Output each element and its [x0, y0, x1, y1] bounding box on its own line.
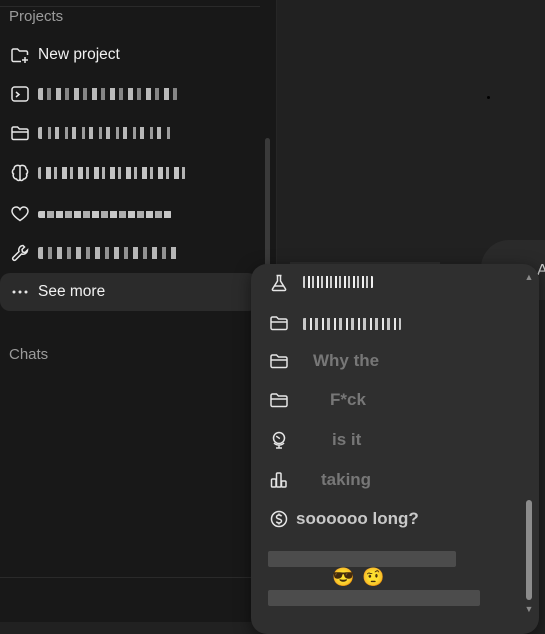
wrench-icon — [10, 243, 30, 263]
redacted-project-name — [38, 210, 172, 218]
redacted-project-name — [38, 127, 174, 139]
dropdown-item-label: F*ck — [330, 390, 366, 409]
redacted-project-name — [38, 88, 178, 100]
redacted-bar — [268, 551, 456, 567]
redacted-item-name — [303, 276, 373, 288]
flask-icon — [269, 273, 289, 293]
more-dots-icon — [10, 282, 30, 302]
new-project-button[interactable]: New project — [0, 36, 258, 74]
redacted-item-name — [303, 318, 401, 330]
folder-icon — [10, 123, 30, 143]
sidebar-project-item[interactable] — [0, 195, 258, 233]
scroll-down-arrow-icon[interactable]: ▼ — [524, 604, 534, 614]
divider — [0, 577, 252, 578]
redacted-project-name — [38, 247, 180, 259]
dropdown-item[interactable]: F*ck — [251, 381, 521, 419]
see-more-label: See more — [38, 283, 106, 300]
scroll-up-arrow-icon[interactable]: ▲ — [524, 272, 534, 282]
dropdown-item-label: taking — [321, 470, 372, 489]
divider — [0, 6, 260, 7]
globe-icon — [269, 430, 289, 450]
projects-dropdown: Why the F*ck is it taking soooooo long? … — [251, 264, 539, 634]
redacted-bar — [268, 590, 480, 606]
dropdown-item[interactable]: is it — [251, 421, 521, 459]
dropdown-item-label: is it — [332, 430, 362, 449]
folder-icon — [269, 390, 289, 410]
folder-icon — [269, 351, 289, 371]
emoji-sunglasses: 😎 — [332, 567, 355, 587]
sidebar-project-item[interactable] — [0, 75, 258, 113]
brain-icon — [10, 163, 30, 183]
dropdown-item[interactable]: taking — [251, 461, 521, 499]
dropdown-item[interactable]: Why the — [251, 342, 521, 380]
dropdown-item-label: Why the — [313, 351, 380, 370]
dropdown-scrollbar-thumb[interactable] — [526, 500, 532, 600]
dropdown-item[interactable] — [251, 304, 521, 342]
dropdown-item[interactable] — [251, 264, 521, 302]
chats-section-label: Chats — [9, 346, 49, 363]
dollar-icon — [269, 509, 289, 529]
sidebar-project-item[interactable] — [0, 114, 258, 152]
sidebar-project-item[interactable] — [0, 154, 258, 192]
see-more-button[interactable]: See more — [0, 273, 258, 311]
projects-section-label: Projects — [9, 8, 64, 25]
folder-icon — [269, 313, 289, 333]
dropdown-item[interactable]: soooooo long? — [251, 500, 521, 538]
emoji-raised-eyebrow: 🤨 — [362, 567, 385, 587]
terminal-icon — [10, 84, 30, 104]
sidebar-project-item[interactable] — [0, 234, 258, 272]
main-dot — [487, 96, 490, 99]
heart-icon — [10, 204, 30, 224]
folder-plus-icon — [10, 45, 30, 65]
sidebar: Projects New project See more Chats — [0, 0, 277, 622]
chart-icon — [269, 470, 289, 490]
dropdown-item-label: soooooo long? — [296, 509, 419, 528]
redacted-project-name — [38, 167, 186, 179]
new-project-label: New project — [38, 46, 120, 63]
